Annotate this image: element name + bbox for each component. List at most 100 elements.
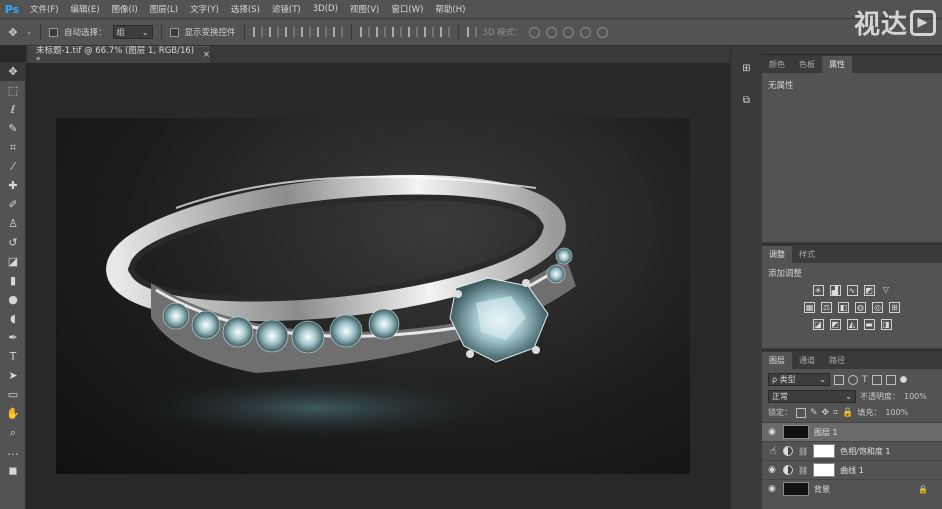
distribute-right-icon[interactable]: [439, 27, 450, 37]
3d-scale-icon[interactable]: [596, 26, 608, 38]
tab-paths[interactable]: 路径: [822, 352, 852, 369]
auto-select-dropdown[interactable]: 组 ⌄: [112, 25, 153, 39]
crop-tool-icon[interactable]: ⌗: [0, 138, 26, 157]
align-hcenter-icon[interactable]: [316, 27, 327, 37]
tab-styles[interactable]: 样式: [792, 246, 822, 263]
marquee-tool-icon[interactable]: ⬚: [0, 81, 26, 100]
hue-saturation-icon[interactable]: ▦: [804, 302, 815, 313]
3d-rotate-icon[interactable]: [528, 26, 540, 38]
menu-image[interactable]: 图像(I): [106, 3, 144, 15]
history-panel-icon[interactable]: ⊞: [736, 58, 758, 78]
lock-pixels-icon[interactable]: ✎: [810, 408, 818, 418]
lasso-tool-icon[interactable]: ℓ: [0, 100, 26, 119]
layer-filter-dropdown[interactable]: ρ 类型 ⌄: [768, 373, 830, 386]
color-balance-icon[interactable]: ⚖: [821, 302, 832, 313]
menu-type[interactable]: 文字(Y): [184, 3, 225, 15]
move-tool-icon[interactable]: ✥: [6, 25, 20, 39]
eye-icon[interactable]: ◉: [766, 427, 778, 437]
chevron-down-icon[interactable]: ⌄: [26, 25, 32, 39]
menu-view[interactable]: 视图(V): [344, 3, 385, 15]
blend-mode-dropdown[interactable]: 正常 ⌄: [768, 390, 856, 403]
menu-window[interactable]: 窗口(W): [385, 3, 429, 15]
distribute-left-icon[interactable]: [407, 27, 418, 37]
threshold-icon[interactable]: ◭: [846, 319, 858, 330]
distribute-top-icon[interactable]: [359, 27, 370, 37]
auto-select-checkbox[interactable]: [49, 27, 58, 37]
filter-pixel-icon[interactable]: [834, 374, 844, 385]
gradient-tool-icon[interactable]: ▮: [0, 271, 26, 290]
lock-all-icon[interactable]: 🔒: [842, 408, 853, 418]
eye-icon[interactable]: ◉: [766, 465, 778, 475]
filter-adjustment-icon[interactable]: [848, 374, 858, 385]
filter-toggle-icon[interactable]: [899, 376, 907, 383]
filter-smart-icon[interactable]: [885, 374, 896, 385]
tab-color[interactable]: 颜色: [762, 56, 792, 73]
menu-3d[interactable]: 3D(D): [307, 4, 344, 14]
posterize-icon[interactable]: ◩: [829, 319, 841, 330]
pen-tool-icon[interactable]: ✒: [0, 328, 26, 347]
distribute-vcenter-icon[interactable]: [375, 27, 386, 37]
eraser-tool-icon[interactable]: ◪: [0, 252, 26, 271]
align-bottom-icon[interactable]: [284, 27, 295, 37]
zoom-tool-icon[interactable]: ⌕: [0, 423, 26, 442]
menu-layer[interactable]: 图层(L): [144, 3, 184, 15]
rectangle-tool-icon[interactable]: ▭: [0, 385, 26, 404]
document-tab[interactable]: 未标题-1.tif @ 66.7% (图层 1, RGB/16) * ×: [28, 46, 210, 66]
menu-edit[interactable]: 编辑(E): [65, 3, 106, 15]
close-icon[interactable]: ×: [203, 50, 210, 60]
invert-icon[interactable]: ◪: [812, 319, 824, 330]
show-transform-checkbox[interactable]: [169, 27, 179, 37]
brightness-icon[interactable]: ☀: [812, 285, 824, 296]
tab-swatches[interactable]: 色板: [792, 56, 822, 73]
move-tool-icon[interactable]: ✥: [0, 62, 26, 81]
menu-filter[interactable]: 滤镜(T): [266, 3, 307, 15]
distribute-hcenter-icon[interactable]: [423, 27, 434, 37]
quick-select-tool-icon[interactable]: ✎: [0, 119, 26, 138]
fill-value[interactable]: 100%: [885, 408, 908, 417]
gradient-map-icon[interactable]: ▬: [863, 319, 875, 330]
layer-row[interactable]: ◉ ⛓ 曲线 1: [762, 460, 942, 479]
clone-stamp-tool-icon[interactable]: ♙: [0, 214, 26, 233]
tab-layers[interactable]: 图层: [762, 352, 792, 369]
black-white-icon[interactable]: ◧: [838, 302, 849, 313]
exposure-icon[interactable]: ◩: [863, 285, 875, 296]
curves-icon[interactable]: ∿: [846, 285, 858, 296]
selective-color-icon[interactable]: ◨: [880, 319, 892, 330]
dodge-tool-icon[interactable]: ◖: [0, 309, 26, 328]
brush-tool-icon[interactable]: ✐: [0, 195, 26, 214]
menu-help[interactable]: 帮助(H): [429, 3, 471, 15]
layer-row[interactable]: ◉ 背景 🔒: [762, 479, 942, 498]
align-left-icon[interactable]: [300, 27, 311, 37]
align-right-icon[interactable]: [332, 27, 343, 37]
actions-panel-icon[interactable]: ⧉: [736, 90, 758, 110]
align-vcenter-icon[interactable]: [268, 27, 279, 37]
layer-row[interactable]: ◉ 图层 1: [762, 422, 942, 441]
filter-shape-icon[interactable]: [871, 374, 882, 385]
3d-roll-icon[interactable]: [545, 26, 557, 38]
tab-properties[interactable]: 属性: [822, 56, 852, 73]
color-swatches-icon[interactable]: ◼: [0, 461, 26, 480]
channel-mixer-icon[interactable]: ◎: [872, 302, 883, 313]
tab-adjustments[interactable]: 调整: [762, 246, 792, 263]
lock-artboard-icon[interactable]: ⌗: [833, 408, 838, 418]
healing-brush-tool-icon[interactable]: ✚: [0, 176, 26, 195]
vibrance-icon[interactable]: ▽: [881, 285, 892, 296]
hand-tool-icon[interactable]: ✋: [0, 404, 26, 423]
distribute-bottom-icon[interactable]: [391, 27, 402, 37]
history-brush-tool-icon[interactable]: ↺: [0, 233, 26, 252]
filter-type-icon[interactable]: T: [862, 375, 868, 385]
type-tool-icon[interactable]: T: [0, 347, 26, 366]
color-lookup-icon[interactable]: ⊞: [889, 302, 900, 313]
layer-row[interactable]: ◉ ⛓ 色相/饱和度 1: [762, 441, 942, 460]
levels-icon[interactable]: ▟: [829, 285, 841, 296]
3d-slide-icon[interactable]: [579, 26, 591, 38]
tab-channels[interactable]: 通道: [792, 352, 822, 369]
align-top-icon[interactable]: [252, 27, 263, 37]
eye-icon[interactable]: ◉: [766, 484, 778, 494]
eyedropper-tool-icon[interactable]: ⁄: [0, 157, 26, 176]
path-select-tool-icon[interactable]: ➤: [0, 366, 26, 385]
blur-tool-icon[interactable]: ●: [0, 290, 26, 309]
auto-align-icon[interactable]: [466, 27, 477, 37]
lock-transparent-icon[interactable]: [796, 407, 806, 418]
opacity-value[interactable]: 100%: [904, 392, 927, 401]
